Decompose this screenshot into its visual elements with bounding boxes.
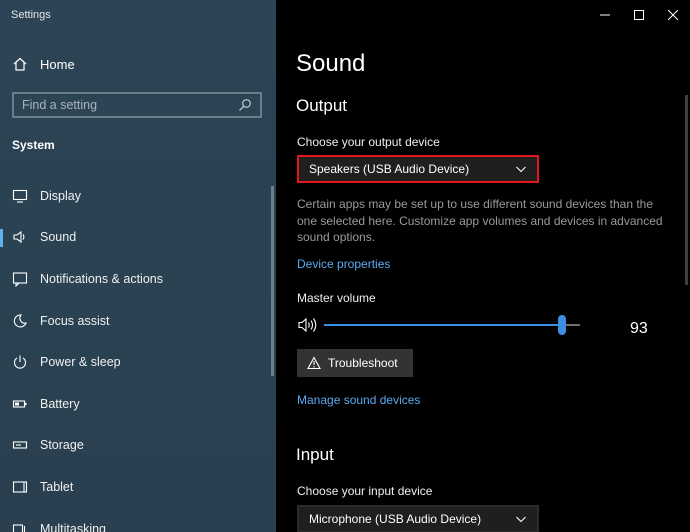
sidebar-item-label: Storage <box>40 438 84 453</box>
troubleshoot-button[interactable]: Troubleshoot <box>297 349 413 377</box>
tablet-icon <box>12 479 28 495</box>
slider-fill <box>324 324 563 326</box>
input-device-value: Microphone (USB Audio Device) <box>309 512 482 526</box>
main-content: Sound Output Choose your output device S… <box>276 0 690 532</box>
master-volume-label: Master volume <box>297 291 376 305</box>
close-icon <box>668 10 678 20</box>
window-title: Settings <box>11 9 51 21</box>
sidebar-item-sound[interactable]: Sound <box>0 217 268 259</box>
master-volume-slider[interactable] <box>324 315 580 335</box>
close-button[interactable] <box>656 0 690 30</box>
search-icon[interactable] <box>238 98 252 112</box>
power-icon <box>12 354 28 370</box>
output-device-label: Choose your output device <box>297 135 440 149</box>
sidebar-item-multitasking[interactable]: Multitasking <box>0 508 268 532</box>
sidebar-item-storage[interactable]: Storage <box>0 425 268 467</box>
slider-thumb[interactable] <box>558 315 567 335</box>
search-input[interactable]: Find a setting <box>22 98 238 112</box>
main-scrollbar[interactable] <box>685 95 688 285</box>
speaker-icon <box>12 229 28 245</box>
window-controls <box>588 0 690 30</box>
input-device-label: Choose your input device <box>297 484 433 498</box>
sidebar-nav: Display Sound Notifications & actions Fo… <box>0 175 268 532</box>
sidebar: Settings Home Find a setting System Disp… <box>0 0 276 532</box>
warning-icon <box>307 356 321 370</box>
sidebar-item-focus-assist[interactable]: Focus assist <box>0 300 268 342</box>
page-title: Sound <box>296 50 366 77</box>
manage-sound-devices-link[interactable]: Manage sound devices <box>297 393 420 407</box>
sidebar-scrollbar[interactable] <box>271 186 274 376</box>
input-heading: Input <box>296 445 334 464</box>
storage-icon <box>12 437 28 453</box>
volume-icon[interactable] <box>298 317 318 333</box>
master-volume-value: 93 <box>630 320 648 337</box>
output-device-dropdown[interactable]: Speakers (USB Audio Device) <box>297 155 539 183</box>
troubleshoot-label: Troubleshoot <box>328 356 398 370</box>
home-icon <box>12 56 28 72</box>
notification-icon <box>12 271 28 287</box>
selection-indicator <box>0 228 3 247</box>
sidebar-item-notifications[interactable]: Notifications & actions <box>0 258 268 300</box>
output-description: Certain apps may be set up to use differ… <box>297 197 663 244</box>
sidebar-item-label: Focus assist <box>40 313 110 328</box>
sidebar-item-tablet[interactable]: Tablet <box>0 466 268 508</box>
sidebar-item-display[interactable]: Display <box>0 175 268 217</box>
moon-icon <box>12 313 28 329</box>
minimize-icon <box>600 14 610 16</box>
sidebar-item-label: Battery <box>40 396 80 411</box>
sidebar-item-label: Power & sleep <box>40 355 121 370</box>
monitor-icon <box>12 188 28 204</box>
multitasking-icon <box>12 521 28 532</box>
chevron-down-icon <box>515 513 527 525</box>
sidebar-item-power-sleep[interactable]: Power & sleep <box>0 341 268 383</box>
section-title: System <box>12 138 55 152</box>
sidebar-item-label: Sound <box>40 230 77 245</box>
home-label: Home <box>40 56 75 72</box>
output-heading: Output <box>296 96 348 115</box>
maximize-icon <box>634 10 644 20</box>
output-device-value: Speakers (USB Audio Device) <box>309 162 470 176</box>
home-nav-item[interactable]: Home <box>12 55 75 73</box>
sidebar-item-battery[interactable]: Battery <box>0 383 268 425</box>
sidebar-item-label: Tablet <box>40 479 74 494</box>
input-device-dropdown[interactable]: Microphone (USB Audio Device) <box>297 505 539 532</box>
sidebar-item-label: Notifications & actions <box>40 271 163 286</box>
battery-icon <box>12 396 28 412</box>
sidebar-item-label: Display <box>40 188 81 203</box>
sidebar-item-label: Multitasking <box>40 521 106 532</box>
chevron-down-icon <box>515 163 527 175</box>
minimize-button[interactable] <box>588 0 622 30</box>
search-box[interactable]: Find a setting <box>12 92 262 118</box>
device-properties-link[interactable]: Device properties <box>297 257 390 271</box>
maximize-button[interactable] <box>622 0 656 30</box>
